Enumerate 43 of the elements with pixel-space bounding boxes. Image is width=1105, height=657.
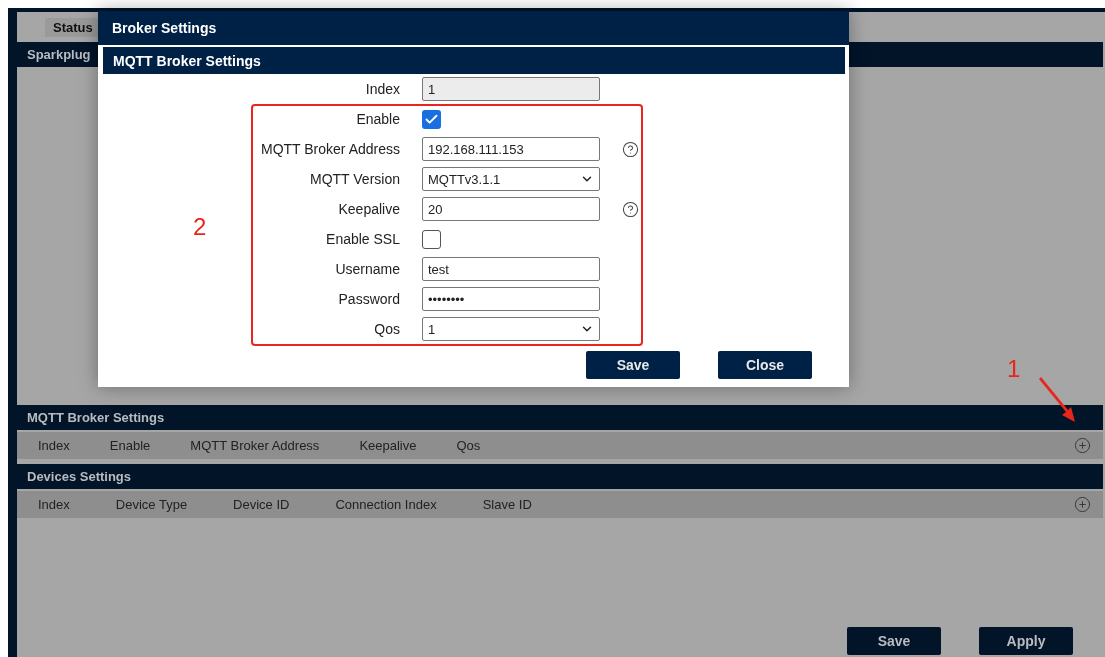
section-header: MQTT Broker Settings (17, 405, 1103, 430)
field-label: Password (337, 291, 400, 307)
annotation-number: 2 (193, 215, 207, 239)
tab[interactable]: Status (45, 17, 101, 37)
dialog-title: Broker Settings (98, 11, 849, 45)
help-icon[interactable] (622, 200, 640, 218)
section-header: Devices Settings (17, 464, 1103, 489)
column-header: Device ID (233, 497, 290, 512)
column-header: Qos (456, 438, 481, 453)
field-label: Qos (373, 321, 400, 337)
annotation-number: 1 (1007, 357, 1021, 381)
close-button[interactable]: Close (718, 351, 812, 379)
field-label: MQTT Version (309, 171, 400, 187)
column-header: Device Type (115, 497, 188, 512)
column-header: Keepalive (359, 438, 417, 453)
column-header: MQTT Broker Address (190, 438, 320, 453)
field-label: Enable SSL (325, 231, 400, 247)
help-icon[interactable] (622, 140, 640, 158)
field-label: Keepalive (337, 201, 400, 217)
select-field[interactable]: 1 (422, 317, 600, 341)
field-label: MQTT Broker Address (260, 141, 400, 157)
checkbox[interactable] (422, 109, 441, 129)
add-icon[interactable] (1074, 496, 1091, 513)
column-header: Slave ID (482, 497, 532, 512)
field-label: Index (364, 81, 400, 97)
field-label: Username (334, 261, 400, 277)
apply-button[interactable]: Apply (979, 627, 1073, 655)
checkbox[interactable] (422, 229, 441, 249)
password-field[interactable]: •••••••• (422, 287, 600, 311)
add-icon[interactable] (1074, 437, 1091, 454)
column-header: Connection Index (335, 497, 437, 512)
select-field[interactable]: MQTTv3.1.1 (422, 167, 600, 191)
annotation-arrow (1036, 376, 1078, 424)
save-button[interactable]: Save (847, 627, 941, 655)
input-field[interactable]: 192.168.111.153 (422, 137, 600, 161)
input-field[interactable]: 20 (422, 197, 600, 221)
section-header: MQTT Broker Settings (103, 47, 845, 74)
column-header: Index (38, 497, 70, 512)
column-header: Enable (109, 438, 151, 453)
column-header: Index (38, 438, 70, 453)
save-button[interactable]: Save (586, 351, 680, 379)
input-field[interactable]: test (422, 257, 600, 281)
field-label: Enable (355, 111, 400, 127)
